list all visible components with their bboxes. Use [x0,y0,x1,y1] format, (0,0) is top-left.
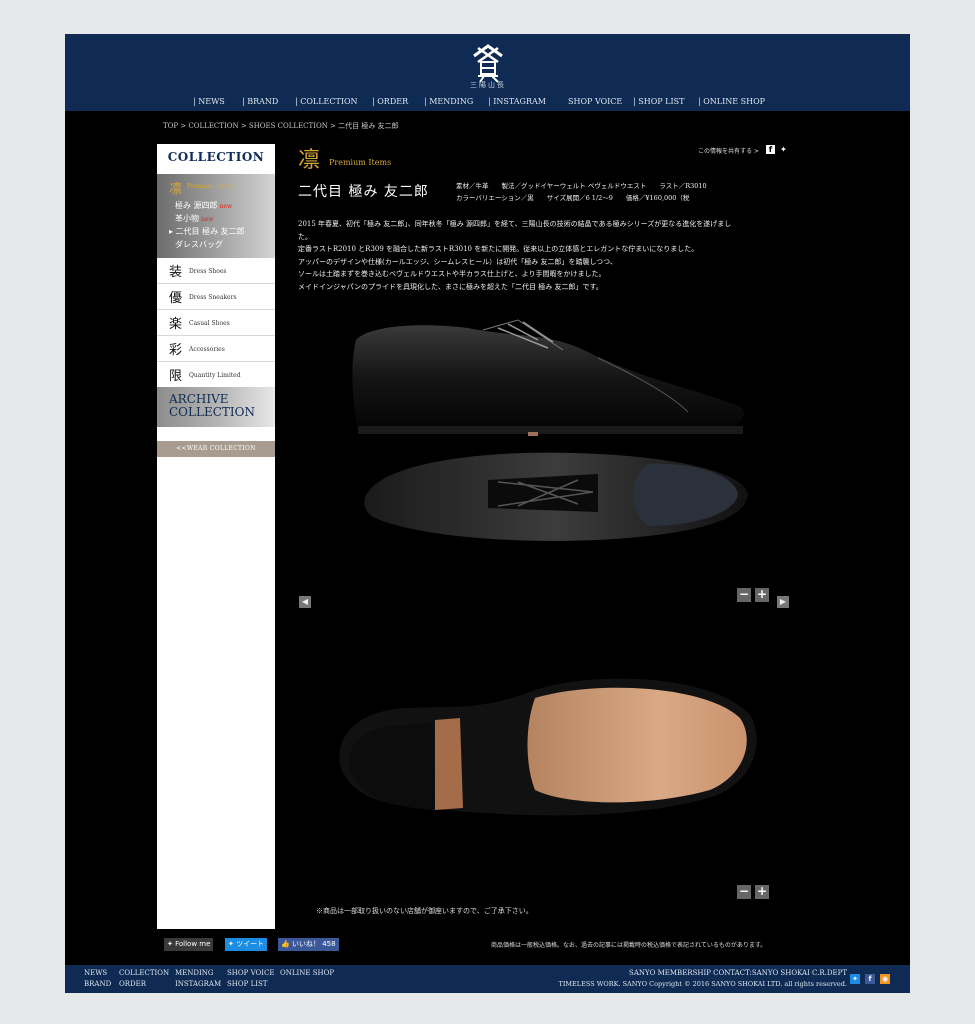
nav-shop-voice[interactable]: SHOP VOICE [568,97,622,106]
footer-twitter-icon[interactable]: ✦ [850,974,860,984]
twitter-icon: ✦ [167,940,176,948]
product-name: 二代目 極み 友二郎 [298,184,429,200]
description-line: た。 [298,232,312,241]
sidebar-item-tomojiro[interactable]: ▸ 二代目 極み 友二郎 [169,226,245,237]
sidebar: COLLECTION 凛 Premium Items 極み 源四郎 new 革小物… [157,144,275,929]
nav-shop-list[interactable]: | SHOP LIST [633,97,684,106]
footer-rss-icon[interactable]: ◉ [880,974,890,984]
new-badge: new [201,216,214,223]
page-frame: 三陽山長 | NEWS | BRAND | COLLECTION | ORDER… [65,34,910,993]
footer-collection-link[interactable]: COLLECTION [119,969,169,977]
footer-copyright: TIMELESS WORK. SANYO Copyright © 2016 SA… [558,980,847,988]
global-nav: | NEWS | BRAND | COLLECTION | ORDER | ME… [190,97,790,109]
nav-order[interactable]: | ORDER [372,97,408,106]
nav-online-shop[interactable]: | ONLINE SHOP [698,97,765,106]
sidebar-item-leather-goods[interactable]: 革小物 new [175,213,214,224]
tweet-button[interactable]: ✦ ツイート [225,938,268,951]
sidebar-item-kiwami-genshiro[interactable]: 極み 源四郎 new [175,200,232,211]
breadcrumb[interactable]: TOP > COLLECTION > SHOES COLLECTION > 二代… [163,121,399,131]
product-description: 2015 年春夏、初代「極み 友二郎」、同年秋冬「極み 源四郎」を経て、三陽山長… [298,218,788,293]
product-image-shoe-sole [339,678,757,816]
sidebar-item-accessories[interactable]: 彩 Accessories [157,336,275,362]
footer-contact-links[interactable]: SANYO MEMBERSHIP CONTACT:SANYO SHOKAI C.… [629,969,847,977]
spec-line: 素材／牛革 製法／グッドイヤーウェルト ベヴェルドウエスト ラスト／R3010 [456,182,707,190]
share-label: この情報を共有する > [698,148,759,155]
new-badge: new [219,203,233,210]
sidebar-item-quantity-limited[interactable]: 限 Quantity Limited [157,362,275,388]
twitter-share-icon[interactable]: ✦ [779,145,788,154]
section-kanji: 凛 [298,148,321,173]
price-disclaimer: 商品価格は一般税込価格。なお、過去の記事には掲載時の税込価格で表記されているもの… [491,942,767,949]
sidebar-item-dress-shoes[interactable]: 装 Dress Shoes [157,258,275,284]
description-line: アッパーのデザインや仕様(カールエッジ、シームレスヒール）は初代「極み 友二郎」… [298,257,617,266]
header: 三陽山長 | NEWS | BRAND | COLLECTION | ORDER… [65,34,910,111]
wear-collection-link[interactable]: <<WEAR COLLECTION [157,441,275,457]
footer-shop-list-link[interactable]: SHOP LIST [227,980,267,988]
description-line: 2015 年春夏、初代「極み 友二郎」、同年秋冬「極み 源四郎」を経て、三陽山長… [298,220,732,228]
sidebar-title: COLLECTION [157,144,275,174]
nav-instagram[interactable]: | INSTAGRAM [488,97,546,106]
archive-collection-link[interactable]: ARCHIVE COLLECTION [157,387,275,427]
sidebar-item-casual-shoes[interactable]: 楽 Casual Shoes [157,310,275,336]
zoom-out-button[interactable]: − [737,588,751,602]
section-subtitle: Premium Items [329,158,392,167]
spec-line: カラーバリエーション／黒 サイズ展開／6 1/2〜9 価格／¥160,000（税 [456,194,690,202]
nav-collection[interactable]: | COLLECTION [295,97,358,106]
nav-news[interactable]: | NEWS [193,97,225,106]
stock-note: ※商品は一部取り扱いのない店舗が御座いますので、ご了承下さい。 [316,907,533,915]
product-specs: 素材／牛革 製法／グッドイヤーウェルト ベヴェルドウエスト ラスト／R3010 … [456,180,707,204]
facebook-share-icon[interactable]: f [766,145,775,154]
thumbs-up-icon: 👍 [281,940,292,948]
nav-mending[interactable]: | MENDING [424,97,473,106]
prev-image-button[interactable]: ◀ [299,596,311,608]
twitter-follow-button[interactable]: ✦ Follow me [164,938,214,951]
facebook-like-button[interactable]: 👍 いいね！ 458 [278,938,339,951]
premium-label: Premium Items [187,183,234,190]
footer-order-link[interactable]: ORDER [119,980,146,988]
next-image-button[interactable]: ▶ [777,596,789,608]
premium-kanji: 凛 [169,182,183,197]
sidebar-premium-section[interactable]: 凛 Premium Items 極み 源四郎 new 革小物 new ▸ 二代目 極… [157,174,275,258]
footer-facebook-icon[interactable]: f [865,974,875,984]
like-count: 458 [322,940,336,948]
zoom-in-button[interactable]: + [755,588,769,602]
sidebar-item-dress-sneakers[interactable]: 優 Dress Sneakers [157,284,275,310]
description-line: メイドインジャパンのプライドを具現化した、まさに極みを超えた「二代目 極み 友二… [298,282,603,291]
footer-news-link[interactable]: NEWS [84,969,107,977]
footer-shop-voice-link[interactable]: SHOP VOICE [227,969,274,977]
zoom-in-button[interactable]: + [755,885,769,899]
brand-name: 三陽山長 [470,81,506,89]
sidebar-item-dulles-bag[interactable]: ダレスバッグ [175,239,223,250]
nav-brand[interactable]: | BRAND [242,97,278,106]
description-line: 定番ラストR2010 とR309 を融合した新ラストR3010 を新たに開発。従… [298,245,699,253]
footer-brand-link[interactable]: BRAND [84,980,111,988]
footer-mending-link[interactable]: MENDING [175,969,214,977]
twitter-icon: ✦ [228,940,237,948]
zoom-out-button[interactable]: − [737,885,751,899]
footer-online-shop-link[interactable]: ONLINE SHOP [280,969,334,977]
product-image-shoe-side-top [352,319,748,541]
footer: NEWS COLLECTION MENDING SHOP VOICE ONLIN… [65,965,910,993]
description-line: ソールは土踏まずを巻き込むベヴェルドウエストや半カラス仕上げと、より手間暇をかけ… [298,270,606,278]
footer-instagram-link[interactable]: INSTAGRAM [175,980,221,988]
